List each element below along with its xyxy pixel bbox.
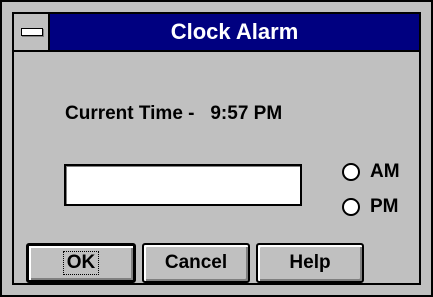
current-time-value: 9:57 PM (210, 103, 283, 124)
ok-button[interactable]: OK (26, 243, 136, 283)
dialog-client-area: Clock Alarm Current Time - 9:57 PM AM PM… (12, 12, 421, 285)
ok-button-label: OK (62, 251, 100, 275)
pm-radio-button[interactable] (342, 198, 360, 216)
current-time-row: Current Time - 9:57 PM (65, 103, 282, 125)
am-radio-option[interactable]: AM (342, 160, 400, 184)
pm-radio-label: PM (370, 196, 399, 217)
cancel-button[interactable]: Cancel (142, 243, 250, 283)
am-radio-label: AM (370, 161, 400, 182)
current-time-label: Current Time - (65, 103, 195, 124)
system-menu-icon (21, 28, 43, 36)
system-menu-button[interactable] (14, 14, 50, 50)
help-button[interactable]: Help (256, 243, 364, 283)
window-title: Clock Alarm (170, 19, 299, 44)
pm-radio-option[interactable]: PM (342, 195, 399, 219)
title-bar[interactable]: Clock Alarm (14, 14, 419, 52)
clock-alarm-dialog: Clock Alarm Current Time - 9:57 PM AM PM… (0, 0, 433, 297)
alarm-time-input[interactable] (64, 164, 302, 206)
am-radio-button[interactable] (342, 163, 360, 181)
